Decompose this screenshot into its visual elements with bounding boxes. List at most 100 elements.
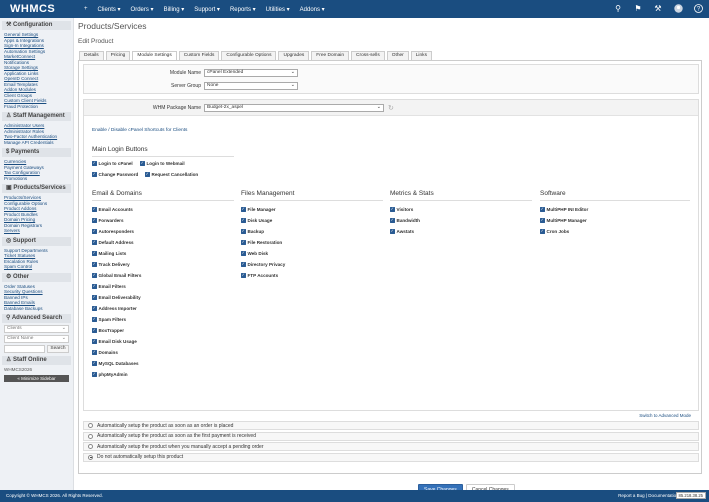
help-icon[interactable]: ? (693, 3, 703, 13)
checkbox-forwarders[interactable]: ✓ Forwarders (92, 218, 124, 223)
checkbox-boxtrapper[interactable]: ✓ BoxTrapper (92, 328, 124, 333)
radio-setup-on-accept[interactable]: Automatically setup the product when you… (83, 442, 699, 451)
checkbox-web-disk[interactable]: ✓ Web Disk (241, 251, 268, 256)
tab-links[interactable]: Links (410, 51, 432, 60)
toggle-shortcuts-link[interactable]: Enable / Disable cPanel Shortcuts for Cl… (92, 128, 187, 133)
tab-upgrades[interactable]: Upgrades (278, 51, 310, 60)
checkbox-phpmyadmin[interactable]: ✓ phpMyAdmin (92, 372, 128, 377)
advanced-mode-link[interactable]: Switch to Advanced Mode (639, 413, 691, 418)
sidebar-search-input[interactable] (4, 345, 45, 353)
main-content: Products/Services Edit Product Details P… (74, 18, 709, 495)
checkbox-autoresponders[interactable]: ✓ Autoresponders (92, 229, 134, 234)
sidebar-search-button[interactable]: Search (47, 345, 69, 353)
server-group-select[interactable]: None (204, 82, 298, 90)
nav-support[interactable]: Support ▾ (194, 6, 220, 13)
server-group-label: Server Group (170, 83, 201, 89)
whmcs-logo[interactable]: WHMCS (0, 3, 64, 15)
ip-badge: 85.218.38.25 (675, 492, 706, 499)
checkbox-visitors[interactable]: ✓ Visitors (390, 207, 413, 212)
sidebar-heading-other: ⚙ Other (2, 272, 71, 282)
radio-icon (88, 423, 93, 428)
checkbox-disk-usage[interactable]: ✓ Disk Usage (241, 218, 272, 223)
sidebar-item[interactable]: Manage API Credentials (4, 140, 73, 146)
minimize-sidebar-button[interactable]: « Minimize Sidebar (4, 374, 69, 382)
checkbox-file-restoration[interactable]: ✓ File Restoration (241, 240, 282, 245)
tab-details[interactable]: Details (79, 51, 104, 60)
nav-addons[interactable]: Addons ▾ (300, 6, 325, 13)
checkbox-ftp-accounts[interactable]: ✓ FTP Accounts (241, 273, 278, 278)
check-icon: ✓ (92, 360, 97, 366)
checkbox-backup[interactable]: ✓ Backup (241, 229, 264, 234)
sidebar-heading-support: ◎ Support (2, 236, 71, 246)
group-title-metrics: Metrics & Stats (390, 190, 434, 197)
check-icon: ✓ (92, 305, 97, 311)
nav-reports[interactable]: Reports ▾ (230, 6, 256, 13)
package-select[interactable]: Budget-2x_aspel (204, 104, 384, 112)
check-icon: ✓ (140, 160, 145, 166)
nav-add[interactable]: + (84, 6, 88, 12)
tab-cross-sells[interactable]: Cross-sells (351, 51, 385, 60)
sidebar-item[interactable]: Fraud Protection (4, 104, 73, 110)
nav-orders[interactable]: Orders ▾ (131, 6, 154, 13)
radio-no-setup[interactable]: Do not automatically setup this product (83, 452, 699, 462)
nav-utilities[interactable]: Utilities ▾ (266, 6, 290, 13)
check-icon: ✓ (92, 327, 97, 333)
checkbox-cron-jobs[interactable]: ✓ Cron Jobs (540, 229, 569, 234)
checkbox-login-webmail[interactable]: ✓ Login to Webmail (140, 161, 185, 166)
checkbox-mailing-lists[interactable]: ✓ Mailing Lists (92, 251, 126, 256)
checkbox-default-address[interactable]: ✓ Default Address (92, 240, 134, 245)
tab-free-domain[interactable]: Free Domain (311, 51, 350, 60)
checkbox-email-disk-usage[interactable]: ✓ Email Disk Usage (92, 339, 137, 344)
nav-clients[interactable]: Clients ▾ (98, 6, 121, 13)
footer-links[interactable]: Report a Bug | Documentation | (618, 490, 681, 502)
checkbox-bandwidth[interactable]: ✓ Bandwidth (390, 218, 420, 223)
checkbox-change-password[interactable]: ✓ Change Password (92, 172, 138, 177)
search-type-select[interactable]: Clients (4, 325, 69, 333)
checkbox-address-importer[interactable]: ✓ Address Importer (92, 306, 137, 311)
notifications-icon[interactable]: ⚑ (633, 3, 643, 13)
lifebuoy-icon: ◎ (6, 237, 13, 244)
checkbox-mysql-databases[interactable]: ✓ MySQL Databases (92, 361, 139, 366)
module-name-select[interactable]: cPanel Extended (204, 69, 298, 77)
checkbox-global-email-filters[interactable]: ✓ Global Email Filters (92, 273, 141, 278)
sidebar: ⚒ Configuration General Settings Apps & … (0, 18, 74, 490)
tab-pricing[interactable]: Pricing (105, 51, 131, 60)
nav-billing[interactable]: Billing ▾ (164, 6, 185, 13)
checkbox-track-delivery[interactable]: ✓ Track Delivery (92, 262, 130, 267)
checkbox-directory-privacy[interactable]: ✓ Directory Privacy (241, 262, 285, 267)
sidebar-heading-products: ▣ Products/Services (2, 184, 71, 193)
sidebar-item[interactable]: Spam Control (4, 264, 73, 270)
checkbox-email-accounts[interactable]: ✓ Email Accounts (92, 207, 133, 212)
setup-options: Automatically setup the product as soon … (83, 421, 699, 463)
checkbox-spam-filters[interactable]: ✓ Spam Filters (92, 317, 126, 322)
sidebar-item[interactable]: Servers (4, 228, 73, 234)
checkbox-file-manager[interactable]: ✓ File Manager (241, 207, 276, 212)
radio-setup-on-order[interactable]: Automatically setup the product as soon … (83, 421, 699, 430)
radio-icon (88, 454, 93, 460)
tab-configurable-options[interactable]: Configurable Options (221, 51, 277, 60)
user-icon: ♙ (6, 113, 14, 119)
check-icon: ✓ (92, 349, 97, 355)
search-icon[interactable]: ⚲ (613, 3, 623, 13)
search-field-select[interactable]: Client Name (4, 335, 69, 343)
checkbox-email-filters[interactable]: ✓ Email Filters (92, 284, 126, 289)
tab-module-settings[interactable]: Module Settings (132, 51, 177, 60)
avatar[interactable] (673, 3, 683, 13)
checkbox-domains[interactable]: ✓ Domains (92, 350, 118, 355)
footer: Copyright © WHMCS 2026. All Rights Reser… (0, 490, 709, 502)
radio-setup-on-payment[interactable]: Automatically setup the product as soon … (83, 431, 699, 441)
tab-other[interactable]: Other (386, 51, 409, 60)
sidebar-item[interactable]: Promotions (4, 176, 73, 182)
checkbox-login-cpanel[interactable]: ✓ Login to cPanel (92, 161, 133, 166)
tab-custom-fields[interactable]: Custom Fields (178, 51, 220, 60)
sidebar-item[interactable]: Database Backups (4, 306, 73, 312)
checkbox-awstats[interactable]: ✓ Awstats (390, 229, 414, 234)
wrench-icon[interactable]: ⚒ (653, 3, 663, 13)
checkbox-request-cancellation[interactable]: ✓ Request Cancellation (145, 172, 198, 177)
refresh-icon[interactable]: ↻ (388, 104, 394, 112)
package-label: WHM Package Name (152, 105, 201, 111)
checkbox-multiphp-manager[interactable]: ✓ MultiPHP Manager (540, 218, 587, 223)
checkbox-email-deliverability[interactable]: ✓ Email Deliverability (92, 295, 141, 300)
checkbox-multiphp-ini-editor[interactable]: ✓ MultiPHP INI Editor (540, 207, 588, 212)
check-icon: ✓ (92, 228, 97, 234)
